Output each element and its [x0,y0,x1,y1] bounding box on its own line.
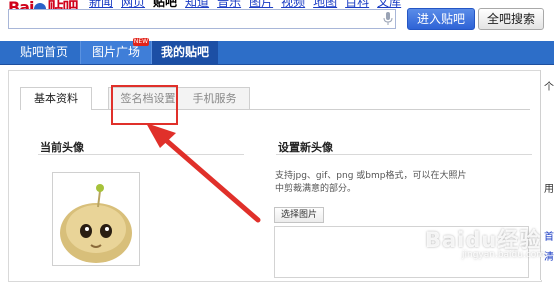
upload-description: 支持jpg、gif、png 或bmp格式，可以在大照片中剪裁满意的部分。 [275,171,467,194]
sidebar-mid-char: 用 [544,184,554,195]
search-all-button[interactable]: 全吧搜索 [478,8,544,30]
microphone-icon[interactable] [383,12,393,26]
watermark-url: jingyan.baidu.com [462,250,546,260]
sidebar-link-2[interactable]: 清 [544,248,554,263]
current-avatar-heading: 当前头像 [40,141,84,154]
tab-phone-service[interactable]: 手机服务 [180,87,250,109]
choose-image-button[interactable]: 选择图片 [274,207,324,223]
topnav-baike[interactable]: 百科 [345,0,369,9]
tab-basic-info[interactable]: 基本资料 [20,87,92,110]
topnav-zhidao[interactable]: 知道 [185,0,209,9]
topnav-web[interactable]: 网页 [121,0,145,9]
divider-left [38,154,244,155]
new-avatar-heading: 设置新头像 [278,141,333,154]
search-row: 进入贴吧 全吧搜索 [0,8,554,31]
main-tab-bar: 贴吧首页 图片广场 我的贴吧 [0,41,554,65]
topnav-video[interactable]: 视频 [281,0,305,9]
topnav-music[interactable]: 音乐 [217,0,241,9]
topnav-images[interactable]: 图片 [249,0,273,9]
search-input[interactable] [8,9,396,29]
new-badge: NEW [133,38,149,46]
top-links: 新闻 网页 贴吧 知道 音乐 图片 视频 地图 百科 文库 [89,0,409,9]
tab-my-tieba[interactable]: 我的贴吧 [152,41,218,64]
topnav-map[interactable]: 地图 [313,0,337,9]
topnav-tieba[interactable]: 贴吧 [153,0,177,9]
tab-home[interactable]: 贴吧首页 [11,41,77,64]
sidebar-top-char: 个 [544,82,554,93]
current-avatar [52,172,140,266]
topnav-news[interactable]: 新闻 [89,0,113,9]
annotation-highlight-box [111,85,178,125]
divider-right [276,154,532,155]
profile-tabs: 基本资料 签名档设置 手机服务 [20,87,530,110]
sidebar-link-1[interactable]: 首 [544,228,554,243]
topnav-wenku[interactable]: 文库 [377,0,401,9]
enter-tieba-button[interactable]: 进入贴吧 [407,8,475,30]
avatar-image [60,184,132,263]
